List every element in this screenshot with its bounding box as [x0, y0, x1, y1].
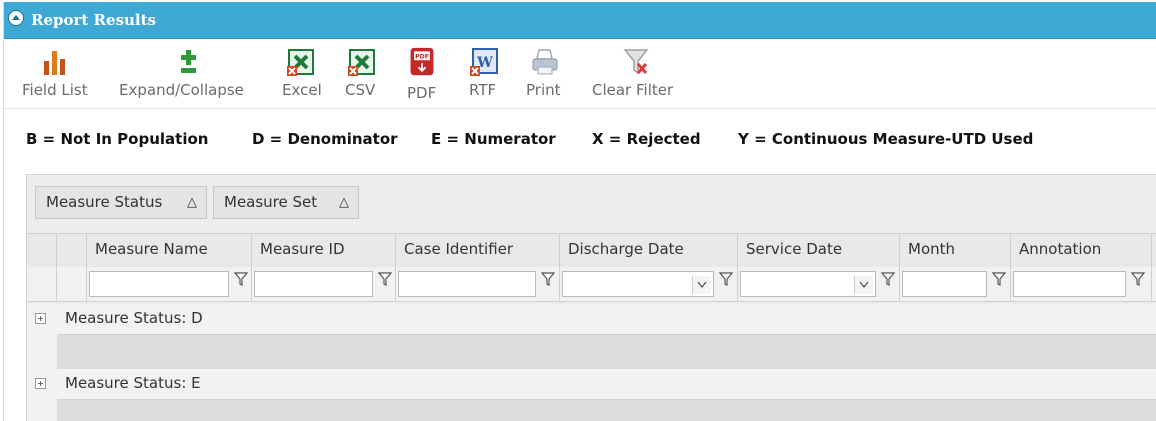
filter-case-identifier-input[interactable]	[398, 271, 536, 297]
filter-measure-name-input[interactable]	[89, 271, 229, 297]
filter-icon[interactable]	[1131, 272, 1145, 288]
filter-icon[interactable]	[881, 272, 895, 288]
column-header-case-identifier[interactable]: Case Identifier	[396, 234, 560, 267]
chevron-down-icon[interactable]	[854, 276, 873, 294]
group-indent-cell	[57, 234, 87, 267]
legend-x: X = Rejected	[592, 130, 701, 148]
filter-icon[interactable]	[378, 272, 392, 288]
print-icon	[532, 49, 558, 75]
clear-filter-button[interactable]: Clear Filter	[586, 39, 686, 108]
chevron-up-circle-icon[interactable]	[8, 10, 24, 26]
rtf-icon: W	[470, 48, 498, 76]
legend-y: Y = Continuous Measure-UTD Used	[738, 130, 1034, 148]
excel-export-button[interactable]: Excel	[276, 39, 328, 108]
filter-icon[interactable]	[992, 272, 1006, 288]
legend-d: D = Denominator	[252, 130, 398, 148]
report-grid: Measure Status △ Measure Set △ Measure N…	[26, 174, 1156, 421]
filter-measure-id-input[interactable]	[254, 271, 373, 297]
clear-filter-icon	[623, 49, 649, 75]
excel-icon	[287, 49, 314, 76]
rtf-export-button[interactable]: W RTF	[462, 39, 506, 108]
expand-collapse-icon	[181, 50, 196, 73]
chevron-down-icon[interactable]	[692, 276, 711, 294]
print-button[interactable]: Print	[520, 39, 570, 108]
legend-e: E = Numerator	[431, 130, 556, 148]
panel-title-bar: Report Results	[4, 2, 1156, 39]
column-header-service-date[interactable]: Service Date	[738, 234, 900, 267]
filter-month-input[interactable]	[902, 271, 987, 297]
field-list-icon	[44, 51, 65, 75]
group-row[interactable]: Measure Status: D	[27, 304, 1156, 334]
column-header-measure-id[interactable]: Measure ID	[252, 234, 396, 267]
filter-icon[interactable]	[719, 272, 733, 288]
csv-icon	[348, 49, 375, 76]
group-footer	[57, 399, 1156, 421]
filter-discharge-date-select[interactable]	[562, 271, 714, 297]
filter-icon[interactable]	[541, 272, 555, 288]
sort-ascending-icon[interactable]: △	[339, 187, 349, 218]
group-by-measure-status[interactable]: Measure Status △	[35, 186, 207, 219]
sort-ascending-icon[interactable]: △	[187, 187, 197, 218]
column-header-month[interactable]: Month	[900, 234, 1011, 267]
report-toolbar: Field List Expand/Collapse Excel CSV PDF…	[4, 39, 1156, 109]
expand-icon[interactable]	[35, 378, 46, 389]
group-footer	[57, 334, 1156, 369]
filter-annotation-input[interactable]	[1013, 271, 1126, 297]
expand-collapse-button[interactable]: Expand/Collapse	[116, 39, 262, 108]
column-header-measure-name[interactable]: Measure Name	[87, 234, 252, 267]
csv-export-button[interactable]: CSV	[338, 39, 386, 108]
group-by-measure-set[interactable]: Measure Set △	[213, 186, 359, 219]
pdf-export-button[interactable]: PDF PDF	[400, 39, 444, 108]
column-header-discharge-date[interactable]: Discharge Date	[560, 234, 738, 267]
grid-header-row: Measure Name Measure ID Case Identifier …	[27, 233, 1156, 268]
report-results-panel: Report Results Field List Expand/Collaps…	[3, 2, 1156, 421]
pdf-icon: PDF	[410, 47, 434, 76]
expand-icon[interactable]	[35, 313, 46, 324]
group-row[interactable]: Measure Status: E	[27, 369, 1156, 399]
legend-b: B = Not In Population	[26, 130, 209, 148]
panel-title: Report Results	[31, 11, 156, 29]
column-header-annotation[interactable]: Annotation	[1011, 234, 1152, 267]
filter-icon[interactable]	[234, 272, 248, 288]
svg-text:PDF: PDF	[415, 53, 429, 60]
grid-filter-row	[27, 267, 1156, 302]
field-list-button[interactable]: Field List	[14, 39, 99, 108]
filter-service-date-select[interactable]	[740, 271, 876, 297]
group-indent-cell	[27, 234, 57, 267]
